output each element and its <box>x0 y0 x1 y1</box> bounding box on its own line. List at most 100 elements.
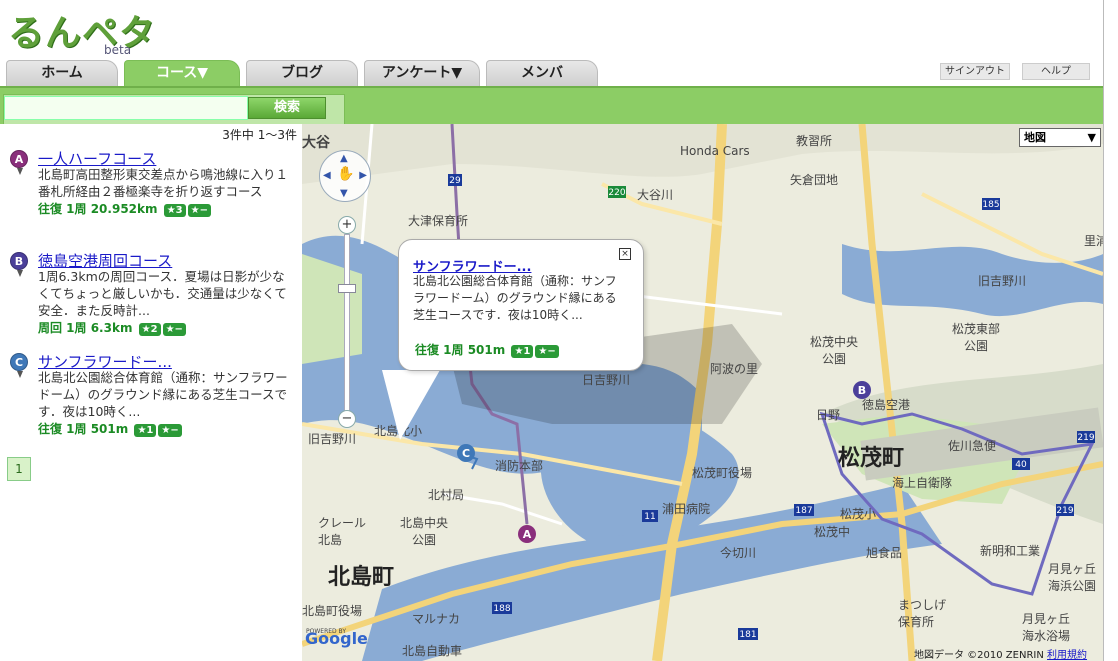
map-label: 海上自衛隊 <box>892 476 953 490</box>
zoom-slider-handle[interactable] <box>338 284 356 293</box>
map-label: 北村局 <box>428 488 465 502</box>
map-label: 浦田病院 <box>662 502 711 516</box>
hand-icon: ✋ <box>337 166 355 182</box>
results-count: 3件中 1〜3件 <box>222 128 297 142</box>
map-label: 松茂東部 公園 <box>952 322 1001 353</box>
search-button[interactable]: 検索 <box>248 97 326 119</box>
course-meta: 周回 1周 6.3km ★2 ★− <box>38 321 186 336</box>
tab-survey[interactable]: アンケート▼ <box>364 60 480 86</box>
map-label: 月見ヶ丘 海水浴場 <box>1022 612 1071 643</box>
pan-control[interactable]: ▲ ◀ ▶ ▼ ✋ <box>319 150 371 202</box>
map-label: 松茂町役場 <box>692 466 753 480</box>
map-label: 佐川急便 <box>948 439 997 453</box>
svg-text:11: 11 <box>644 512 655 522</box>
pan-right-icon: ▶ <box>359 170 367 181</box>
rating-badge: ★1 <box>134 424 157 437</box>
page-number-button[interactable]: 1 <box>7 457 31 481</box>
svg-text:C: C <box>462 447 470 460</box>
tab-course[interactable]: コース▼ <box>124 60 240 86</box>
tab-members[interactable]: メンバ <box>486 60 598 86</box>
svg-text:181: 181 <box>739 630 756 640</box>
map-label: 北島自動車 <box>402 644 463 658</box>
map-label: 今切川 <box>720 546 757 560</box>
map-label: 月見ヶ丘 海浜公園 <box>1048 562 1097 593</box>
map-label: 大津保育所 <box>408 214 469 228</box>
map-label: 日吉野川 <box>582 373 631 387</box>
map-label: 大谷川 <box>637 188 674 202</box>
pan-down-icon: ▼ <box>340 188 348 199</box>
svg-text:187: 187 <box>795 506 812 516</box>
zoom-in-button[interactable]: + <box>338 216 356 234</box>
zoom-out-button[interactable]: − <box>338 410 356 428</box>
logo-beta-label: beta <box>104 43 132 57</box>
rating-badge: ★3 <box>163 204 186 217</box>
map-view[interactable]: A B C 220 185 11 187 188 181 219 40 219 … <box>302 124 1103 661</box>
results-sidebar: 3件中 1〜3件 A 一人ハーフコース 北島町高田整形東交差点から鳴池線に入り１… <box>0 124 302 661</box>
main-nav: ホーム コース▼ ブログ アンケート▼ メンバ <box>0 58 1103 86</box>
course-meta: 往復 1周 501m ★1 ★− <box>38 422 182 437</box>
rating-badge: ★− <box>535 345 559 358</box>
google-logo[interactable]: Google <box>305 629 368 648</box>
popup-description: 北島北公園総合体育館（通称：サンフラワードーム）のグラウンド縁にある芝生コースで… <box>413 274 617 322</box>
map-label-town: 松茂町 <box>838 446 905 471</box>
svg-text:220: 220 <box>608 188 625 198</box>
marker-c-icon[interactable]: C <box>10 353 30 379</box>
map-label: 松茂中 <box>814 525 851 539</box>
map-info-popup: × サンフラワードー... 北島北公園総合体育館（通称：サンフラワードーム）のグ… <box>398 239 644 371</box>
map-label-town: 北島町 <box>328 565 395 590</box>
map-label: 新明和工業 <box>980 544 1041 558</box>
zoom-control[interactable]: + − <box>338 216 356 428</box>
course-description: 北島北公園総合体育館（通称：サンフラワードーム）のグラウンド縁にある芝生コースで… <box>38 370 288 437</box>
map-label: 里浦 <box>1084 234 1103 248</box>
map-label: 阿波の里 <box>710 362 759 376</box>
popup-meta: 往復 1周 501m ★1 ★− <box>415 341 559 358</box>
svg-text:219: 219 <box>1077 433 1094 443</box>
svg-text:188: 188 <box>493 604 510 614</box>
list-item: B 徳島空港周回コース 1周6.3kmの周回コース．夏場は日影が少なくてちょっと… <box>10 250 295 340</box>
map-label: 北島町役場 <box>302 604 363 618</box>
header: るんペタ beta ホーム コース▼ ブログ アンケート▼ メンバ サインアウト… <box>0 0 1103 124</box>
signout-button[interactable]: サインアウト <box>940 63 1010 80</box>
map-label: 大谷 <box>302 135 330 151</box>
map-label: 旧吉野川 <box>978 274 1027 288</box>
rating-badge: ★2 <box>138 323 161 336</box>
rating-badge: ★− <box>162 323 186 336</box>
rating-badge: ★1 <box>511 345 534 358</box>
map-label: 教習所 <box>796 134 833 148</box>
zoom-slider-track[interactable] <box>344 234 350 412</box>
map-type-select[interactable]: 地図 ▼ <box>1019 128 1101 147</box>
map-label: 松茂中央 公園 <box>810 335 859 366</box>
svg-text:219: 219 <box>1056 506 1073 516</box>
help-button[interactable]: ヘルプ <box>1022 63 1090 80</box>
map-label: まつしげ 保育所 <box>898 598 947 629</box>
map-label: 松茂小 <box>840 507 877 521</box>
pan-left-icon: ◀ <box>323 170 331 181</box>
tab-blog[interactable]: ブログ <box>246 60 358 86</box>
marker-a-icon[interactable]: A <box>10 150 30 176</box>
close-icon[interactable]: × <box>619 248 631 260</box>
course-meta: 往復 1周 20.952km ★3 ★− <box>38 202 211 217</box>
marker-b-icon[interactable]: B <box>10 252 30 278</box>
map-label: Honda Cars <box>680 144 750 158</box>
map-label: 日野 <box>816 408 841 422</box>
popup-tail <box>382 370 440 440</box>
window-right-edge <box>1103 0 1118 661</box>
map-marker-a-icon: A <box>518 524 536 543</box>
map-attribution: 地図データ ©2010 ZENRIN 利用規約 <box>914 650 1088 661</box>
map-label: 消防本部 <box>495 459 544 473</box>
terms-link[interactable]: 利用規約 <box>1047 650 1087 661</box>
course-description: 北島町高田整形東交差点から鳴池線に入り１番札所経由２番極楽寺を折り返すコース 往… <box>38 167 289 217</box>
chevron-down-icon: ▼ <box>1087 131 1096 144</box>
svg-text:185: 185 <box>982 200 999 210</box>
map-label: 旧吉野川 <box>308 432 357 446</box>
site-logo[interactable]: るんペタ <box>8 4 156 56</box>
map-marker-c-icon: C <box>457 444 475 462</box>
search-input[interactable] <box>4 96 248 120</box>
tab-home[interactable]: ホーム <box>6 60 118 86</box>
svg-text:29: 29 <box>449 176 461 186</box>
map-label: 旭食品 <box>866 546 903 560</box>
map-label: 北島中央 公園 <box>400 516 449 547</box>
map-label: クレール 北島 <box>318 516 367 547</box>
list-item: A 一人ハーフコース 北島町高田整形東交差点から鳴池線に入り１番札所経由２番極楽… <box>10 148 295 238</box>
map-label: 徳島空港 <box>862 398 911 412</box>
